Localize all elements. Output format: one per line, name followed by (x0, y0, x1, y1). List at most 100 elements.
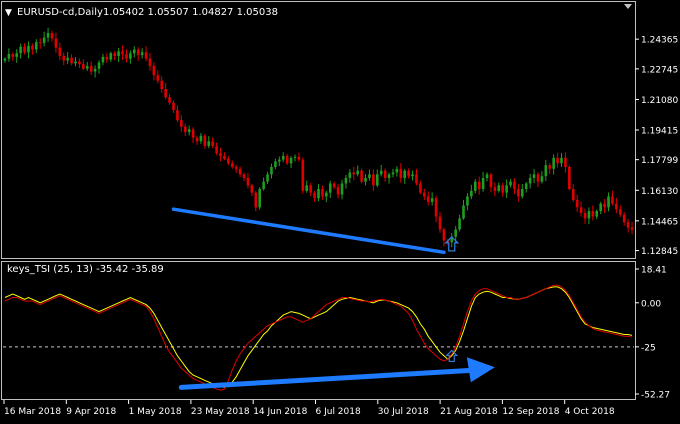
candle-body (74, 61, 77, 64)
candle-body (583, 212, 587, 219)
candle-body (3, 58, 7, 61)
candle-body (164, 88, 167, 98)
candle-body (132, 49, 136, 54)
candle-body (195, 137, 199, 142)
candle-body (352, 172, 356, 175)
price-tick-label: 1.22745 (641, 65, 678, 75)
candle-body (466, 196, 469, 206)
candle-body (548, 165, 552, 169)
candle-body (246, 178, 250, 186)
candle-body (70, 57, 73, 64)
candle-body (360, 170, 363, 182)
candle-body (238, 168, 242, 175)
candle-body (313, 192, 316, 199)
symbol-label: EURUSD-cd,Daily (17, 7, 103, 18)
candle-body (442, 229, 446, 241)
candle-body (372, 174, 375, 186)
candle-body (85, 66, 89, 69)
candle-body (199, 135, 203, 142)
candle-body (564, 157, 567, 167)
candle-body (375, 174, 379, 186)
candle-body (101, 56, 105, 63)
candle-body (289, 157, 293, 164)
candle-body (356, 170, 359, 175)
candle-body (183, 126, 187, 133)
candle-body (46, 33, 50, 38)
candle-body (160, 80, 164, 89)
candle-body (626, 222, 630, 228)
candle-body (172, 102, 175, 111)
candle-body (332, 183, 336, 188)
indicator-label: keys_TSI (25, 13) -35.42 -35.89 (7, 264, 164, 275)
price-tick-label: 1.14465 (641, 217, 678, 227)
candle-body (364, 178, 367, 182)
candle-body (595, 211, 599, 217)
candle-body (136, 49, 140, 56)
candle-body (274, 161, 277, 167)
candle-body (156, 75, 160, 81)
candle-body (227, 158, 230, 164)
candle-body (125, 54, 128, 59)
candle-body (454, 229, 457, 237)
time-axis[interactable]: 16 Mar 2018 9 Apr 2018 1 May 2018 23 May 20… (3, 400, 615, 417)
candle-body (344, 178, 348, 184)
candle-body (560, 157, 563, 164)
candle-body (419, 183, 422, 193)
candle-body (415, 174, 418, 184)
candle-body (513, 181, 516, 190)
candle-body (242, 174, 246, 178)
tsi-scale[interactable]: 18.41 0.00 -25 -52.27 (635, 266, 670, 401)
candle-body (426, 196, 430, 202)
candle-body (66, 57, 69, 61)
candle-body (109, 53, 113, 60)
price-tick-label: 1.19415 (641, 127, 678, 137)
candle-body (325, 192, 328, 197)
candle-body (571, 189, 575, 201)
candle-body (532, 174, 536, 178)
candle-body (340, 183, 344, 195)
candle-body (317, 189, 320, 199)
candle-body (481, 178, 485, 190)
candle-body (121, 51, 124, 55)
candle-body (50, 33, 54, 39)
time-tick-label: 16 Mar 2018 (4, 407, 61, 417)
candle-body (430, 198, 434, 202)
candle-body (11, 54, 15, 57)
candle-body (54, 38, 58, 48)
tsi-tick-label: 18.41 (641, 266, 667, 276)
candle-body (191, 129, 195, 138)
time-tick-label: 9 Apr 2018 (66, 407, 116, 417)
candle-body (113, 53, 116, 56)
candle-body (368, 174, 371, 178)
price-scale[interactable]: 1.24365 1.22745 1.21080 1.19415 1.17799 1.161… (635, 36, 678, 257)
candle-body (234, 166, 238, 169)
price-tick-label: 1.21080 (641, 96, 678, 106)
candle-body (438, 216, 442, 230)
time-tick-label: 14 Jun 2018 (253, 407, 307, 417)
trading-terminal-chart[interactable]: 1.24365 1.22745 1.21080 1.19415 1.17799 1.161… (0, 0, 680, 420)
price-tick-label: 1.24365 (641, 36, 678, 46)
candle-body (348, 172, 352, 178)
candle-body (379, 170, 383, 175)
time-tick-label: 1 May 2018 (129, 407, 182, 417)
candle-body (7, 54, 11, 59)
candle-body (521, 189, 524, 197)
candle-body (78, 61, 81, 65)
chart-canvas[interactable]: 1.24365 1.22745 1.21080 1.19415 1.17799 1.161… (0, 0, 680, 420)
candle-body (458, 218, 461, 230)
candle-body (540, 176, 544, 182)
candle-body (144, 52, 148, 59)
candle-body (266, 174, 269, 182)
candle-body (579, 207, 583, 213)
candle-body (281, 155, 285, 160)
candle-body (524, 183, 528, 190)
time-tick-label: 6 Jul 2018 (316, 407, 361, 417)
time-tick-label: 4 Oct 2018 (565, 407, 615, 417)
candle-body (203, 135, 207, 146)
chart-menu-arrow-icon[interactable]: ▼ (5, 8, 12, 18)
candle-body (35, 42, 38, 50)
candle-body (180, 120, 183, 127)
candle-body (176, 110, 179, 121)
candle-body (391, 172, 395, 175)
main-panel-frame (1, 1, 636, 259)
